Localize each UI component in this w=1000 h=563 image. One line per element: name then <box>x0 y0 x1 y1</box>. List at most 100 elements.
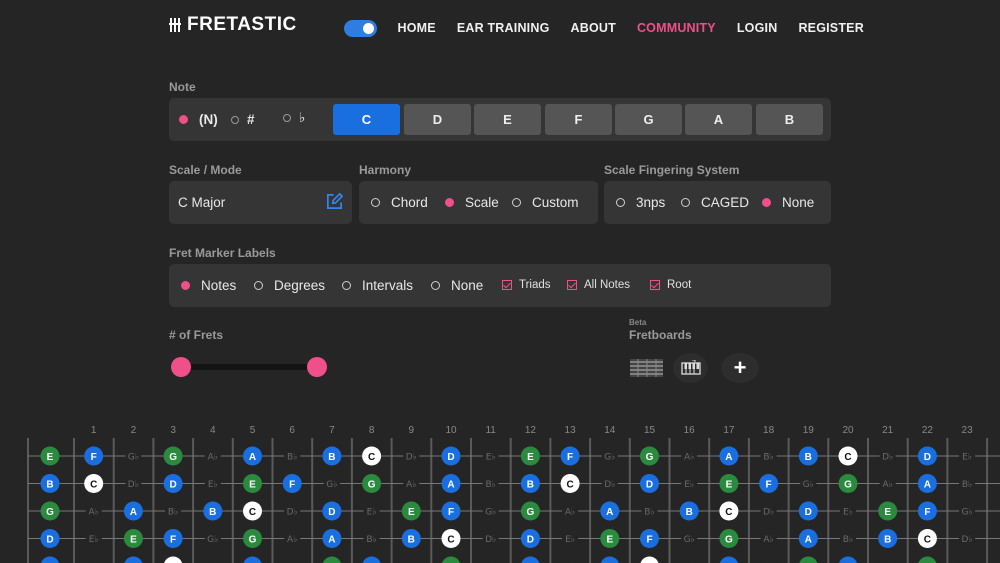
svg-text:E: E <box>527 452 534 463</box>
svg-text:A♭: A♭ <box>208 453 218 463</box>
fretboard: E F G♭ G A♭ A B♭ B C D♭ D E♭ E F G♭ G A♭ A B♭ B C D♭ D E♭ B C D♭ D E… <box>27 438 1000 563</box>
checkbox-icon <box>567 280 577 290</box>
markers-label: Fret Marker Labels <box>169 246 276 260</box>
logo[interactable]: FRETASTIC <box>169 14 297 36</box>
svg-text:A♭: A♭ <box>88 508 98 518</box>
fret-marker: G <box>719 529 739 548</box>
svg-text:D: D <box>527 534 534 545</box>
check-root[interactable]: Root <box>650 279 691 291</box>
fret-marker: B♭ <box>165 505 182 518</box>
fret-marker: D <box>917 446 937 466</box>
harmony-custom[interactable]: Custom <box>512 195 579 210</box>
check-all-notes[interactable]: All Notes <box>567 279 630 291</box>
key-button-f[interactable]: F <box>545 104 612 135</box>
svg-text:B♭: B♭ <box>763 453 773 463</box>
fret-marker: G♭ <box>681 532 698 545</box>
fret-marker: E <box>719 474 739 493</box>
nav-ear-training[interactable]: EAR TRAINING <box>457 21 550 35</box>
accidental-sharp[interactable]: # <box>231 112 255 127</box>
svg-text:B♭: B♭ <box>366 535 376 545</box>
svg-text:G: G <box>646 452 654 463</box>
fret-marker: A <box>40 556 60 563</box>
radio-dot <box>254 281 263 290</box>
checkbox-icon <box>650 280 660 290</box>
frets-label: # of Frets <box>169 328 224 342</box>
svg-text:B♭: B♭ <box>287 453 297 463</box>
fret-marker: B♭ <box>760 450 777 463</box>
svg-text:A: A <box>606 507 613 518</box>
nav-home[interactable]: HOME <box>398 21 436 35</box>
scale-select[interactable]: C Major <box>169 181 352 224</box>
radio-dot <box>231 115 239 124</box>
nav-login[interactable]: LOGIN <box>737 21 778 35</box>
marker-intervals[interactable]: Intervals <box>342 278 413 293</box>
svg-text:C: C <box>566 479 573 490</box>
fret-number: 9 <box>408 425 415 436</box>
fret-marker: B♭ <box>363 532 380 545</box>
svg-text:F: F <box>289 479 295 490</box>
plus-icon: + <box>733 355 747 380</box>
svg-text:G♭: G♭ <box>961 508 972 518</box>
fret-number: 21 <box>882 425 894 436</box>
nav-about[interactable]: ABOUT <box>571 21 616 35</box>
harmony-scale-label: Scale <box>465 195 499 210</box>
fret-marker: B♭ <box>840 532 856 545</box>
fret-marker: A <box>243 446 262 466</box>
svg-text:E♭: E♭ <box>684 480 694 490</box>
nav-register[interactable]: REGISTER <box>798 21 864 35</box>
fret-number: 1 <box>90 425 97 436</box>
add-fretboard-button[interactable]: + <box>721 353 759 383</box>
key-button-d[interactable]: D <box>404 104 471 135</box>
marker-none[interactable]: None <box>431 278 483 293</box>
svg-text:F: F <box>766 479 772 490</box>
key-button-b[interactable]: B <box>756 104 823 135</box>
fingering-none[interactable]: None <box>762 195 814 210</box>
fret-range-min-handle[interactable] <box>171 357 191 377</box>
fret-marker: C <box>917 529 937 548</box>
fret-range-track[interactable] <box>180 364 317 370</box>
accidental-flat[interactable]: ♭ <box>283 110 305 126</box>
check-all-notes-label: All Notes <box>584 279 631 291</box>
svg-text:B: B <box>209 507 216 518</box>
fingering-3nps-label: 3nps <box>636 195 666 210</box>
fret-number: 13 <box>564 425 576 436</box>
marker-none-label: None <box>451 278 484 293</box>
accidental-natural[interactable]: (N) <box>179 112 218 127</box>
fingering-3nps[interactable]: 3nps <box>616 195 665 210</box>
harmony-chord[interactable]: Chord <box>371 195 428 210</box>
svg-text:G♭: G♭ <box>684 535 695 545</box>
marker-notes[interactable]: Notes <box>181 278 236 293</box>
key-button-e[interactable]: E <box>474 104 541 135</box>
svg-text:G♭: G♭ <box>326 480 337 490</box>
key-button-g[interactable]: G <box>615 104 682 135</box>
nav-community[interactable]: COMMUNITY <box>637 21 716 35</box>
radio-dot <box>762 198 771 207</box>
check-triads[interactable]: Triads <box>502 279 551 291</box>
key-button-c[interactable]: C <box>333 104 400 135</box>
theme-toggle[interactable] <box>344 19 377 37</box>
fret-marker: C <box>441 529 461 548</box>
svg-text:G♭: G♭ <box>207 535 218 545</box>
edit-icon[interactable] <box>325 192 344 211</box>
fret-marker: E♭ <box>482 450 499 463</box>
svg-text:A: A <box>924 479 931 490</box>
fret-marker: A♭ <box>403 477 420 490</box>
svg-text:E: E <box>249 479 256 490</box>
svg-text:G♭: G♭ <box>485 508 496 518</box>
fret-marker: B♭ <box>641 505 658 518</box>
svg-text:A: A <box>130 507 137 518</box>
keyboard-view-icon[interactable] <box>673 353 708 383</box>
svg-text:D♭: D♭ <box>763 508 774 518</box>
fretboard-view-icon[interactable] <box>629 353 664 383</box>
fret-marker: C <box>719 501 739 521</box>
svg-text:G: G <box>249 534 257 545</box>
fingering-caged[interactable]: CAGED <box>681 195 749 210</box>
fret-marker: D <box>163 474 183 493</box>
key-button-a[interactable]: A <box>685 104 752 135</box>
fret-range-max-handle[interactable] <box>307 357 327 377</box>
marker-degrees[interactable]: Degrees <box>254 278 325 293</box>
fret-marker: A <box>123 501 143 521</box>
fret-number: 20 <box>842 425 854 436</box>
svg-text:D♭: D♭ <box>128 480 139 490</box>
harmony-scale[interactable]: Scale <box>445 195 499 210</box>
